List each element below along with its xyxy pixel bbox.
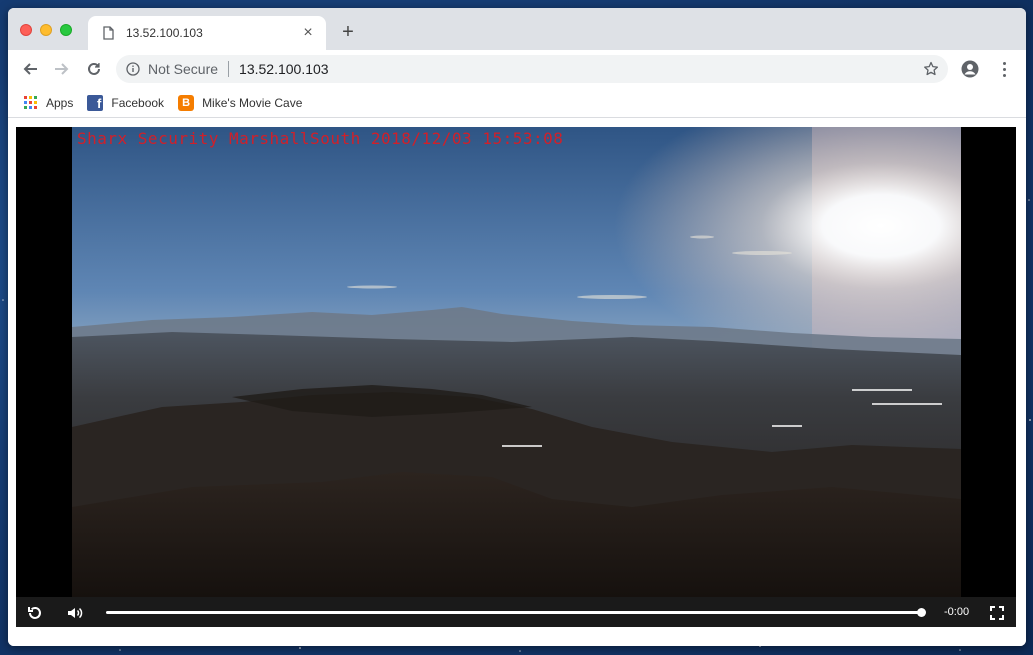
security-label[interactable]: Not Secure <box>148 61 218 77</box>
back-arrow-icon <box>23 63 37 75</box>
tab-close-icon[interactable]: × <box>300 25 316 41</box>
reload-icon <box>88 62 100 75</box>
new-tab-button[interactable]: + <box>338 22 358 42</box>
replay-icon[interactable] <box>26 604 44 622</box>
camera-timestamp-overlay: Sharx Security MarshallSouth 2018/12/03 … <box>77 129 564 148</box>
bookmark-mikes-movie-cave[interactable]: B Mike's Movie Cave <box>178 94 303 111</box>
tab-active[interactable]: 13.52.100.103 × <box>88 16 326 50</box>
url-text[interactable]: 13.52.100.103 <box>239 61 922 77</box>
address-bar[interactable]: Not Secure 13.52.100.103 <box>116 55 948 83</box>
page-content: Sharx Security MarshallSouth 2018/12/03 … <box>8 118 1026 646</box>
camera-frame: Sharx Security MarshallSouth 2018/12/03 … <box>72 127 961 597</box>
close-window-button[interactable] <box>20 24 32 36</box>
video-controls: -0:00 <box>16 597 1016 627</box>
bookmarks-bar: Apps f Facebook B Mike's Movie Cave <box>8 88 1026 118</box>
seek-bar[interactable] <box>106 611 923 614</box>
forward-arrow-icon <box>55 63 69 75</box>
zoom-window-button[interactable] <box>60 24 72 36</box>
apps-grid-icon <box>22 95 38 111</box>
toolbar: Not Secure 13.52.100.103 <box>8 50 1026 88</box>
video-player[interactable]: Sharx Security MarshallSouth 2018/12/03 … <box>16 127 1016 627</box>
window-controls <box>20 24 72 36</box>
blogger-icon: B <box>178 94 195 111</box>
profile-icon[interactable] <box>961 60 979 78</box>
minimize-window-button[interactable] <box>40 24 52 36</box>
browser-window: 13.52.100.103 × + Not Secure 13.52.100.1… <box>8 8 1026 646</box>
document-icon <box>100 25 116 41</box>
tab-title: 13.52.100.103 <box>126 26 203 40</box>
tab-strip: 13.52.100.103 × + <box>8 8 1026 50</box>
menu-kebab-icon[interactable] <box>995 60 1013 78</box>
volume-icon[interactable] <box>66 604 84 622</box>
time-remaining: -0:00 <box>944 606 970 618</box>
forward-button[interactable] <box>52 59 72 79</box>
reload-button[interactable] <box>84 59 104 79</box>
seek-handle[interactable] <box>917 608 926 617</box>
facebook-icon: f <box>87 94 104 111</box>
fullscreen-icon[interactable] <box>988 604 1006 622</box>
bookmark-label: Mike's Movie Cave <box>202 95 303 110</box>
bookmark-label: Apps <box>46 95 74 110</box>
bookmark-apps[interactable]: Apps <box>22 95 73 111</box>
bookmark-facebook[interactable]: f Facebook <box>87 94 165 111</box>
info-icon[interactable] <box>126 62 140 76</box>
omnibox-separator <box>228 61 230 77</box>
landscape-image <box>72 127 961 597</box>
back-button[interactable] <box>20 59 40 79</box>
bookmark-star-icon[interactable] <box>922 60 940 78</box>
bookmark-label: Facebook <box>111 95 165 110</box>
